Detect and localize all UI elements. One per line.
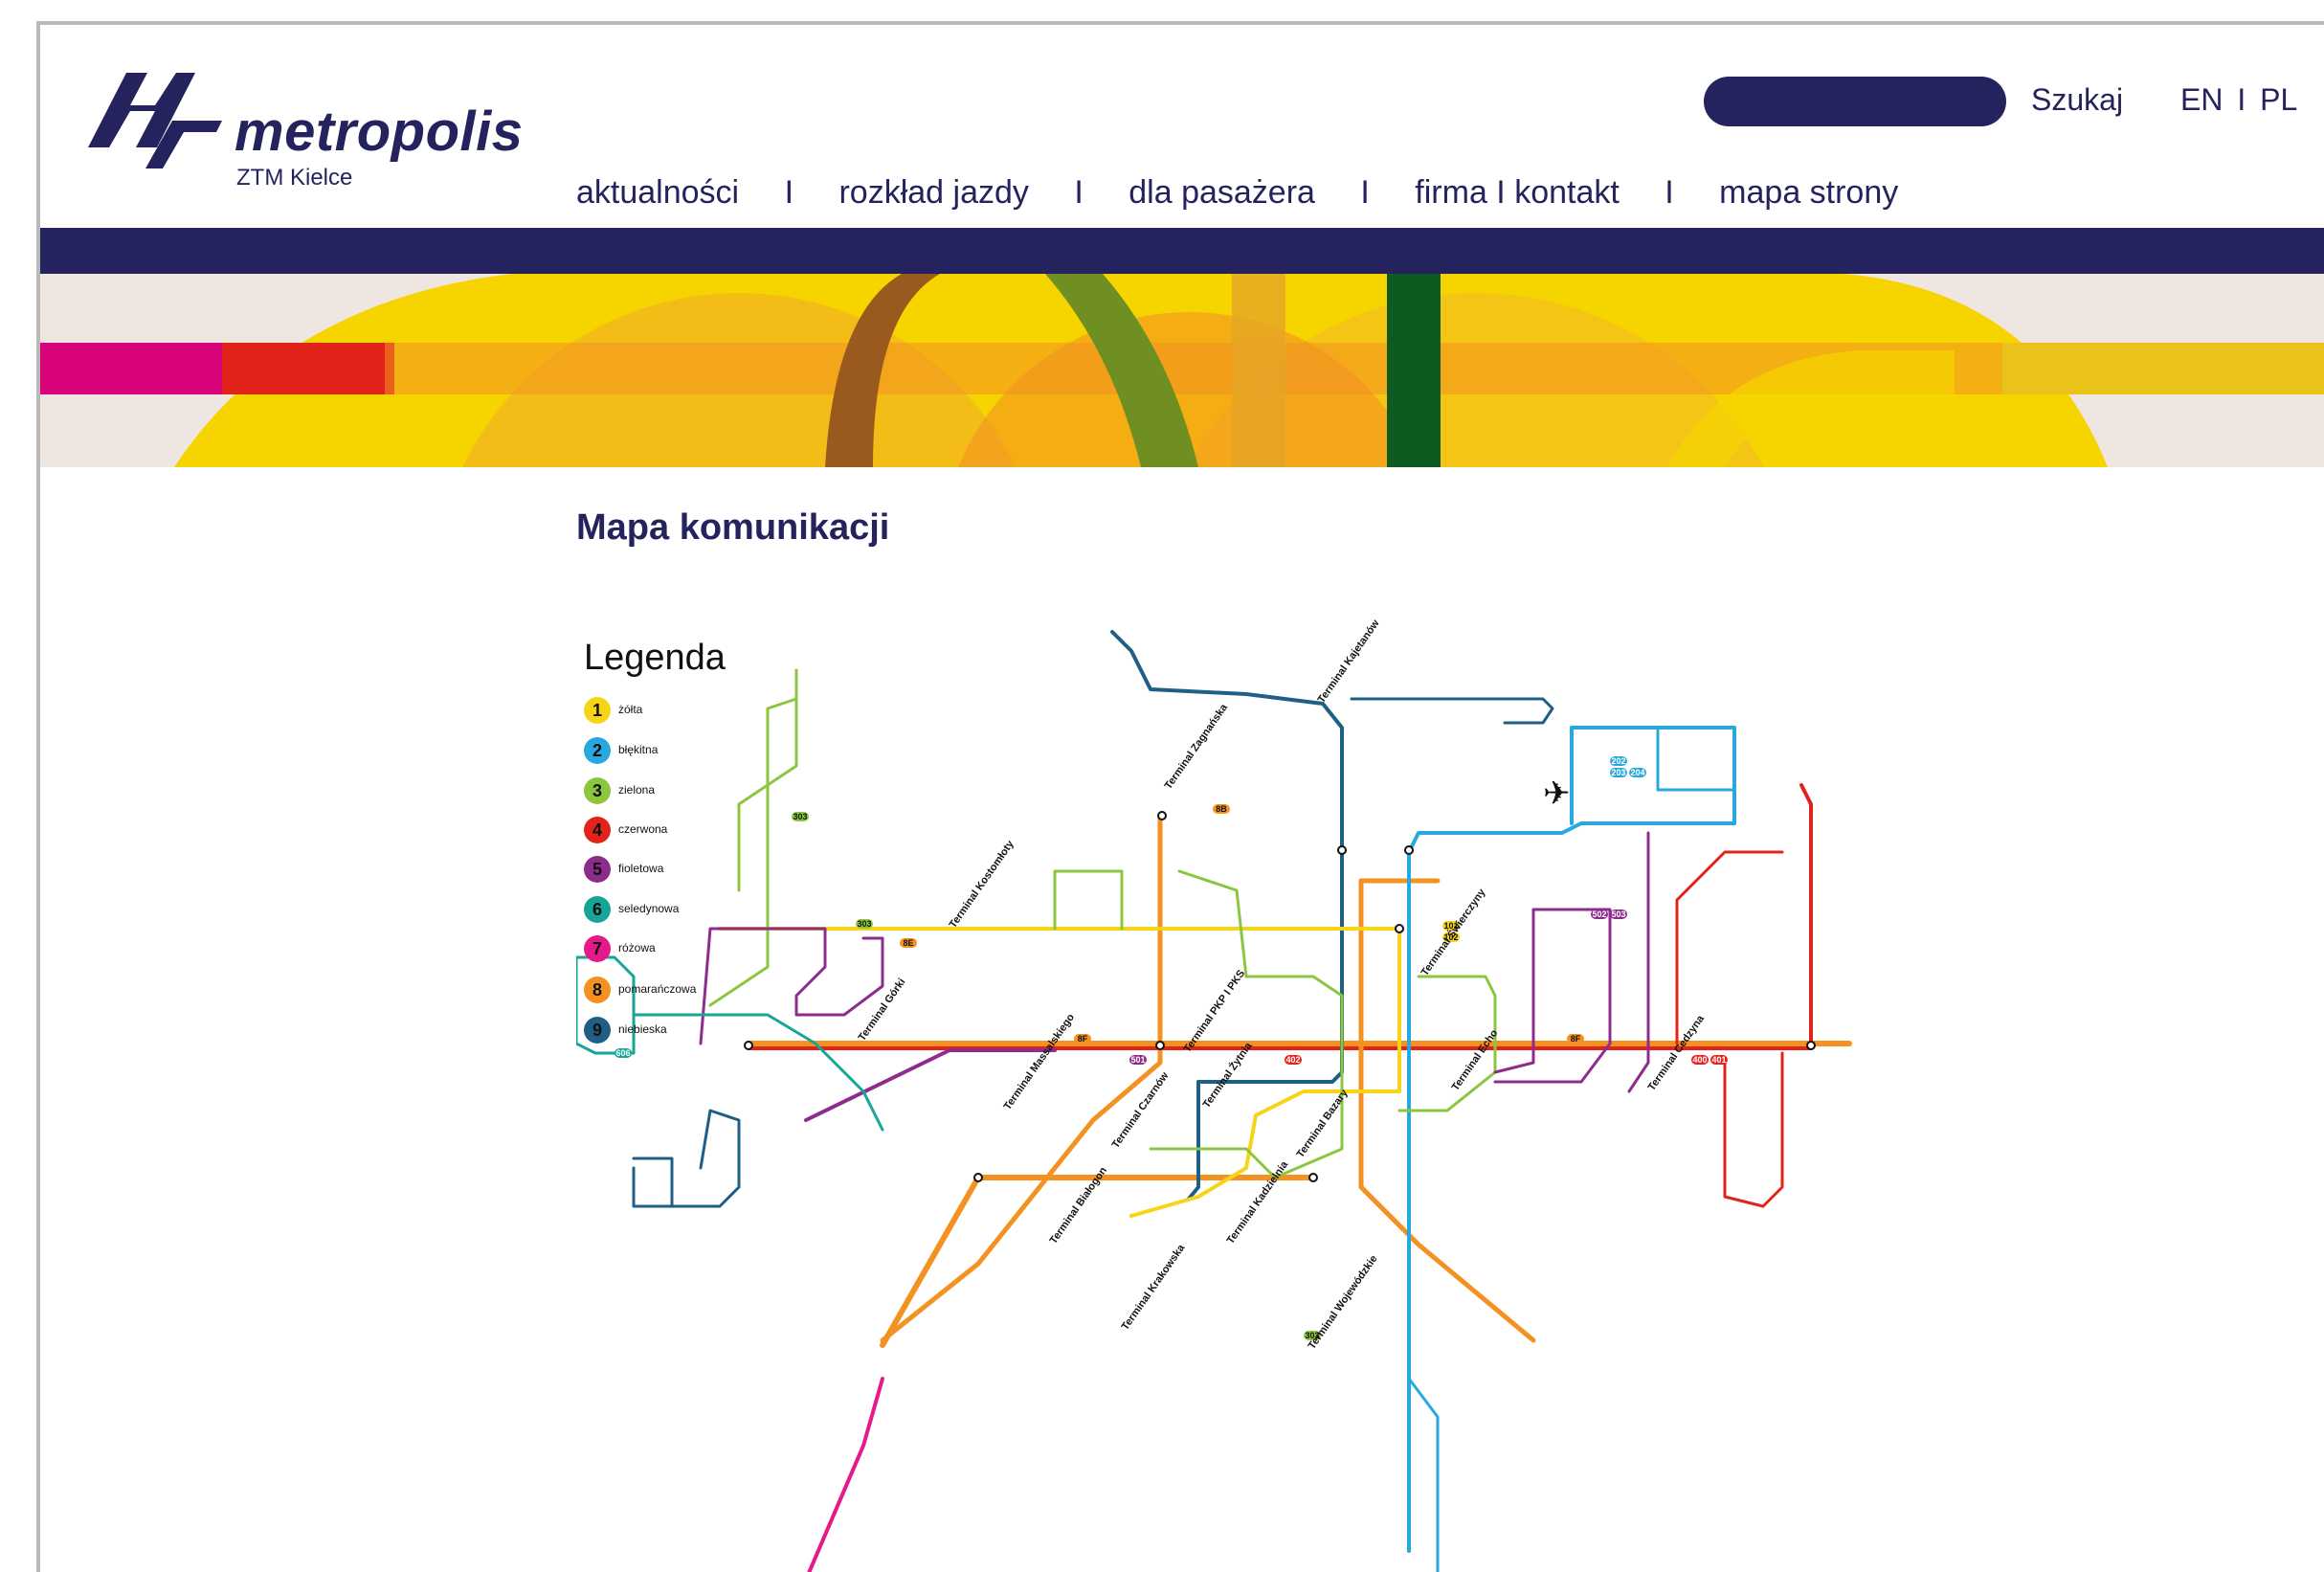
svg-text:303: 303: [857, 919, 871, 929]
map-label-terminal-krakowska: Terminal Krakowska: [1120, 1242, 1188, 1333]
map-line-green-3: [1053, 869, 1124, 931]
legend-line-number: 9: [584, 1017, 611, 1044]
map-line-orange-3: [880, 1175, 1316, 1348]
navy-divider-bar: [40, 228, 2324, 274]
nav-item-rozklad-jazdy[interactable]: rozkład jazdy: [838, 174, 1028, 211]
map-label-terminal-massalskiego: Terminal Massalskiego: [1002, 1012, 1078, 1112]
svg-text:303: 303: [793, 812, 807, 821]
legend-line-name: zielona: [618, 783, 656, 797]
svg-text:606: 606: [615, 1048, 630, 1058]
svg-text:503: 503: [1611, 910, 1625, 919]
legend-line-number: 5: [584, 856, 611, 883]
legend-line-name: niebieska: [618, 1022, 667, 1036]
map-line-lightblue-2: [1656, 726, 1736, 792]
search-button[interactable]: Szukaj: [2031, 82, 2123, 118]
svg-text:202: 202: [1611, 756, 1625, 766]
svg-text:8F: 8F: [1571, 1034, 1581, 1044]
legend-line-number: 4: [584, 817, 611, 843]
metropolis-logo-icon: [88, 73, 222, 168]
map-line-navy-3: [632, 1157, 674, 1208]
map-line-lightblue: [1407, 726, 1736, 1553]
svg-text:401: 401: [1711, 1055, 1726, 1065]
nav-item-mapa-strony[interactable]: mapa strony: [1719, 174, 1898, 211]
map-line-red-2: [1723, 1051, 1784, 1208]
header-banner: [40, 274, 2324, 467]
map-line-red-3: [1675, 850, 1784, 1045]
language-switcher: EN I PL: [2180, 82, 2297, 118]
legend-line-number: 3: [584, 777, 611, 804]
legend-line-number: 6: [584, 896, 611, 923]
svg-text:402: 402: [1285, 1055, 1300, 1065]
nav-item-dla-pasazera[interactable]: dla pasażera: [1128, 174, 1315, 211]
legend-line-name: seledynowa: [618, 902, 680, 915]
airport-icon: ✈: [1543, 775, 1571, 813]
lang-separator: I: [2237, 82, 2246, 117]
map-label-terminal-echo: Terminal Echo: [1450, 1027, 1501, 1093]
nav-separator: I: [784, 174, 794, 211]
map-line-pink: [807, 1377, 884, 1572]
svg-text:501: 501: [1130, 1055, 1145, 1065]
transit-map[interactable]: 101 102 502 503 402 501 8F 8F 400 401 20…: [576, 613, 1897, 1572]
svg-text:8E: 8E: [903, 938, 913, 948]
site-logo[interactable]: metropolis ZTM Kielce: [88, 63, 523, 197]
map-label-terminal-zagnanska: Terminal Zagnańska: [1163, 702, 1231, 792]
browser-page: metropolis ZTM Kielce Szukaj EN I PL akt…: [36, 21, 2324, 1572]
nav-separator: I: [1665, 174, 1674, 211]
map-line-purple-2: [699, 927, 884, 1045]
nav-item-aktualnosci[interactable]: aktualności: [576, 174, 739, 211]
legend-line-number: 7: [584, 935, 611, 962]
legend-line-name: fioletowa: [618, 862, 664, 875]
legend-line-name: żółta: [618, 703, 643, 716]
nav-separator: I: [1360, 174, 1370, 211]
legend-line-name: różowa: [618, 941, 656, 954]
map-label-terminal-kostomloty: Terminal Kostomłoty: [948, 838, 1017, 931]
lang-pl-link[interactable]: PL: [2260, 82, 2297, 117]
nav-item-firma-kontakt[interactable]: firma I kontakt: [1415, 174, 1620, 211]
legend-line-number: 2: [584, 737, 611, 764]
map-line-green: [708, 668, 798, 1007]
lang-en-link[interactable]: EN: [2180, 82, 2223, 117]
svg-text:8B: 8B: [1216, 804, 1227, 814]
map-label-terminal-swierczyny: Terminal Świerczyny: [1419, 886, 1488, 978]
legend-title: Legenda: [584, 638, 726, 678]
map-line-orange-5: [1358, 954, 1536, 1343]
svg-text:400: 400: [1692, 1055, 1707, 1065]
legend-line-number: 8: [584, 977, 611, 1003]
search-input[interactable]: [1704, 77, 2006, 126]
banner-graphic: [40, 274, 2324, 467]
svg-text:203: 203: [1611, 768, 1625, 777]
legend-line-name: czerwona: [618, 822, 668, 836]
legend-line-number: 1: [584, 697, 611, 724]
svg-text:204: 204: [1630, 768, 1644, 777]
logo-name: metropolis: [235, 101, 524, 163]
map-line-navy: [1350, 697, 1554, 725]
svg-text:502: 502: [1592, 910, 1606, 919]
legend-line-name: błękitna: [618, 743, 659, 756]
map-line-purple-3: [1493, 908, 1612, 1084]
logo-subtitle: ZTM Kielce: [236, 165, 353, 191]
map-line-lightblue-3: [1407, 1377, 1440, 1572]
main-nav: aktualności I rozkład jazdy I dla pasaże…: [576, 174, 1898, 212]
map-label-terminal-kajetanow: Terminal Kajetanów: [1316, 618, 1382, 706]
map-label-terminal-kadzielnia: Terminal Kadzielnia: [1225, 1158, 1291, 1246]
map-label-terminal-wojewodzkie: Terminal Wojewódzkie: [1307, 1253, 1380, 1352]
map-line-blue: [1187, 850, 1344, 1201]
map-line-purple-4: [1627, 831, 1650, 1093]
nav-separator: I: [1074, 174, 1084, 211]
map-line-teal-2: [632, 1013, 884, 1132]
svg-text:8F: 8F: [1078, 1034, 1088, 1044]
legend-line-name: pomarańczowa: [618, 982, 697, 996]
page-title: Mapa komunikacji: [576, 507, 890, 548]
map-line-blue-2: [1110, 630, 1344, 854]
